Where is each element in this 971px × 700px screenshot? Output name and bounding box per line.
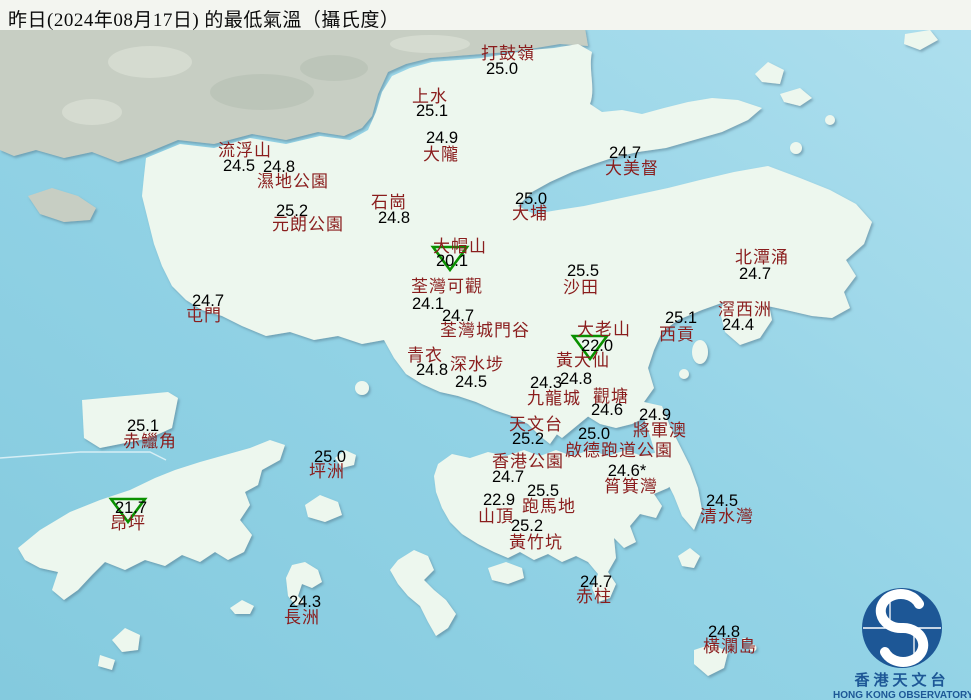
station-name: 深水埗 <box>450 355 504 374</box>
station-value: 25.1 <box>126 417 160 435</box>
station-value: 24.1 <box>411 295 445 313</box>
station-value: 25.5 <box>566 262 600 280</box>
station-value: 24.7 <box>441 307 475 325</box>
station-value: 24.7 <box>608 144 642 162</box>
station-value: 24.5 <box>454 373 488 391</box>
station-value: 24.3 <box>529 374 563 392</box>
station-value: 25.0 <box>313 448 347 466</box>
hko-logo-chinese: 香港天文台 <box>854 673 950 689</box>
station-name: 大隴 <box>423 145 459 164</box>
station-value: 24.5 <box>222 157 256 175</box>
station-name: 黃竹坑 <box>509 533 563 552</box>
station-name: 九龍城 <box>527 389 581 408</box>
station-value: 24.8 <box>707 623 741 641</box>
hko-logo: 香港天文台 HONG KONG OBSERVATORY <box>833 584 971 700</box>
station-name: 清水灣 <box>700 507 754 526</box>
station-value: 25.0 <box>577 425 611 443</box>
station-name: 山頂 <box>478 507 514 526</box>
station-name: 跑馬地 <box>522 497 576 516</box>
station-name: 赤鱲角 <box>123 432 177 451</box>
station-value: 24.6* <box>607 462 647 480</box>
station-value: 24.8 <box>415 361 449 379</box>
station-value: 24.8 <box>262 158 296 176</box>
station-value: 25.0 <box>514 190 548 208</box>
station-value: 24.8 <box>559 370 593 388</box>
station-name: 黃大仙 <box>556 351 610 370</box>
station-name: 荃灣可觀 <box>411 277 483 296</box>
station-name: 筲箕灣 <box>604 477 658 496</box>
hko-emblem-icon <box>862 588 942 668</box>
station-value: 24.7 <box>191 292 225 310</box>
station-value: 25.2 <box>275 202 309 220</box>
station-value: 24.8 <box>377 209 411 227</box>
station-value: 25.5 <box>526 482 560 500</box>
station-name: 大老山 <box>577 320 631 339</box>
station-value: 25.1 <box>415 102 449 120</box>
station-value: 24.5 <box>705 492 739 510</box>
station-value: 24.9 <box>425 129 459 147</box>
hko-logo-english: HONG KONG OBSERVATORY <box>833 689 971 700</box>
station-value: 24.6 <box>590 401 624 419</box>
station-value: 25.1 <box>664 309 698 327</box>
station-value: 25.0 <box>485 60 519 78</box>
station-name: 長洲 <box>284 608 320 627</box>
station-value: 24.7 <box>579 573 613 591</box>
station-value: 24.3 <box>288 593 322 611</box>
station-value: 24.4 <box>721 316 755 334</box>
station-name: 將軍澳 <box>633 421 687 440</box>
stations-layer: 打鼓嶺 25.0 上水 25.1 大隴 24.9 流浮山 24.5 濕地公園 24.8 元朗公園 25… <box>0 0 971 700</box>
station-value: 24.7 <box>738 265 772 283</box>
station-name: 西貢 <box>659 325 695 344</box>
station-value: 21.7 <box>114 499 148 517</box>
station-value: 20.1 <box>435 252 469 270</box>
weather-map-screen: 昨日(2024年08月17日) 的最低氣溫（攝氏度） 打鼓嶺 25.0 上水 25.1… <box>0 0 971 700</box>
station-value: 24.7 <box>491 468 525 486</box>
station-name: 北潭涌 <box>735 248 789 267</box>
station-value: 25.2 <box>510 517 544 535</box>
station-value: 24.9 <box>638 406 672 424</box>
station-name: 昂坪 <box>110 514 146 533</box>
station-value: 22.9 <box>482 491 516 509</box>
station-name: 大美督 <box>605 159 659 178</box>
station-name: 沙田 <box>563 278 599 297</box>
station-name: 啟德跑道公園 <box>565 441 673 460</box>
station-value: 25.2 <box>511 430 545 448</box>
